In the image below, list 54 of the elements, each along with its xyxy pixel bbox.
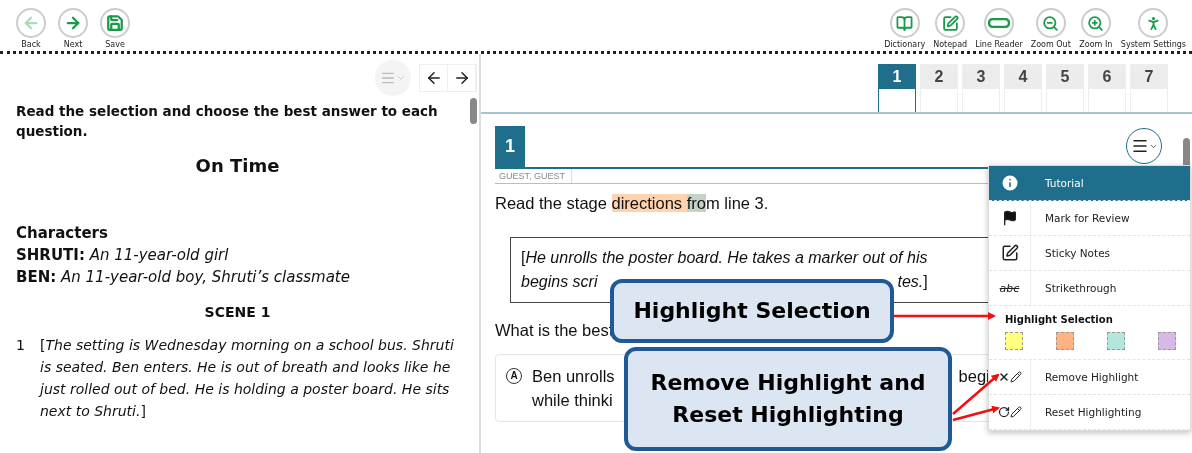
question-tab[interactable]: 3 [962, 64, 1000, 112]
question-prompt: Read the stage directions from line 3. [495, 194, 770, 213]
student-name: GUEST, GUEST [495, 169, 572, 183]
line-number: 1 [16, 336, 26, 355]
character-line: BEN: An 11-year-old boy, Shruti’s classmate [16, 267, 351, 288]
remove-highlight-icon [997, 371, 1022, 383]
character-line: SHRUTI: An 11-year-old girl [16, 245, 230, 266]
menu-item[interactable]: abc Strikethrough [989, 271, 1190, 306]
note-pen-icon [1000, 244, 1019, 262]
strikethrough-icon: abc [999, 281, 1020, 295]
info-icon [999, 173, 1020, 193]
arrow-right-icon [64, 14, 82, 32]
question-tab[interactable]: 5 [1046, 64, 1084, 112]
instructions-text: Read the selection and choose the best answer to each question. [16, 102, 439, 141]
highlight-swatch[interactable] [1056, 332, 1074, 350]
pen-square-icon [941, 14, 959, 32]
reset-highlight-icon [997, 406, 1022, 418]
menu-button[interactable] [1126, 128, 1162, 164]
passage-title: On Time [194, 155, 281, 176]
zoom-out-icon [1042, 14, 1060, 32]
toolbar-button[interactable]: System Settings [1120, 8, 1186, 49]
menu-item[interactable]: Mark for Review [989, 201, 1190, 236]
stimulus-text: tes.] [897, 272, 928, 292]
option-text: while thinki [532, 390, 614, 411]
menu-icon [1130, 137, 1149, 155]
toolbar-button[interactable]: Line Reader [975, 8, 1023, 49]
highlight-swatch[interactable] [1005, 332, 1023, 350]
menu-item[interactable]: Remove Highlight [989, 360, 1190, 395]
callout-label: Highlight Selection [610, 279, 894, 343]
callout-label: Remove Highlight and Reset Highlighting [624, 347, 952, 451]
zoom-in-icon [1087, 14, 1105, 32]
question-number: 1 [495, 126, 525, 167]
collapse-button[interactable] [375, 59, 411, 96]
stimulus-text: [He unrolls the poster board. He takes a marker out of his [521, 248, 928, 268]
stimulus-text: begins scri [521, 272, 598, 292]
line-reader-icon [987, 18, 1010, 28]
menu-item[interactable]: Reset Highlighting [989, 395, 1190, 430]
question-tab[interactable]: 7 [1130, 64, 1168, 112]
highlight-swatch[interactable] [1107, 332, 1125, 350]
question-tab[interactable]: 2 [920, 64, 958, 112]
option-text: Ben unrolls [532, 366, 615, 387]
flag-icon [1001, 210, 1018, 226]
book-icon [896, 14, 914, 32]
question-tab[interactable]: 6 [1088, 64, 1126, 112]
menu-item[interactable]: Sticky Notes [989, 236, 1190, 271]
characters-heading: Characters [16, 223, 109, 244]
scrollbar-thumb[interactable] [470, 98, 477, 124]
menu-item[interactable]: Tutorial [989, 166, 1190, 201]
highlight-swatch[interactable] [1158, 332, 1176, 350]
passage-line: [The setting is Wednesday morning on a school bus. Shruti is seated. Ben enters. He is out of breath and looks like he just rolled out of bed. He is holding a poster board. He sits next to Shruti.] [40, 336, 455, 421]
scene-heading: SCENE 1 [203, 304, 272, 320]
question-tab[interactable]: 4 [1004, 64, 1042, 112]
question-tab[interactable]: 1 [878, 64, 916, 112]
menu-heading: Highlight Selection [1004, 313, 1114, 325]
